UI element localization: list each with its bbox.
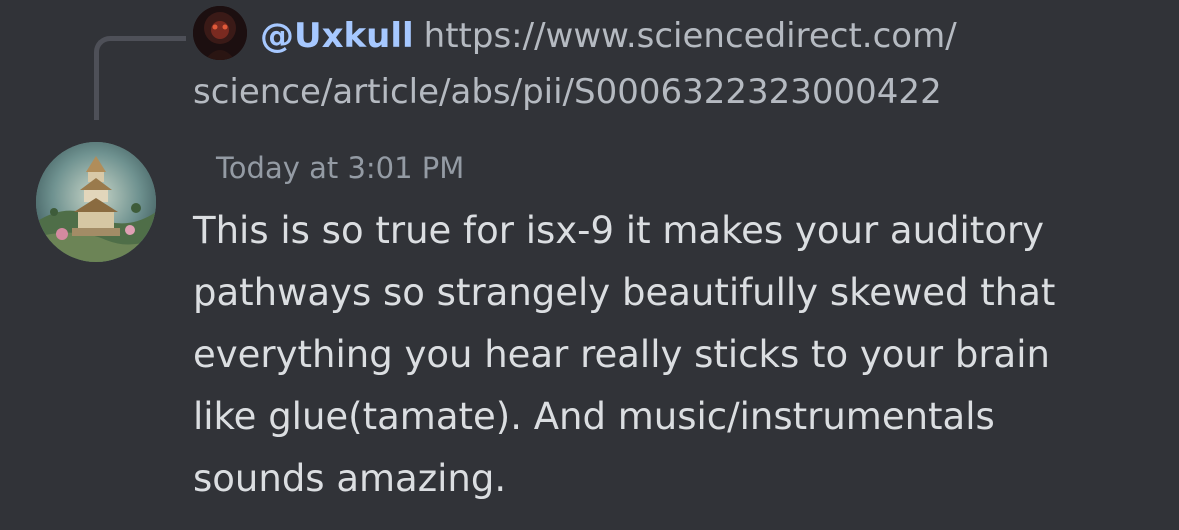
message-line: This is so true for isx-9 it makes your … <box>193 209 1045 252</box>
message-line: sounds amazing. <box>193 457 507 500</box>
reply-connector <box>94 36 186 120</box>
reply-link-text-continued[interactable]: science/article/abs/pii/S000632232300042… <box>193 66 942 118</box>
message-line: like glue(tamate). And music/instrumenta… <box>193 395 995 438</box>
message-line: pathways so strangely beautifully skewed… <box>193 271 1056 314</box>
chat-message: @Uxkull https://www.sciencedirect.com/ sc… <box>0 0 1179 530</box>
reply-link-text[interactable]: https://www.sciencedirect.com/ <box>424 16 957 56</box>
reply-preview-first-line[interactable]: @Uxkull https://www.sciencedirect.com/ <box>260 10 957 62</box>
message-timestamp[interactable]: Today at 3:01 PM <box>216 148 464 188</box>
reply-author-name[interactable]: @Uxkull <box>260 16 414 56</box>
message-content: This is so true for isx-9 it makes your … <box>193 200 1163 510</box>
author-avatar[interactable] <box>36 142 156 262</box>
message-line: everything you hear really sticks to you… <box>193 333 1050 376</box>
reply-author-avatar[interactable] <box>193 6 247 60</box>
